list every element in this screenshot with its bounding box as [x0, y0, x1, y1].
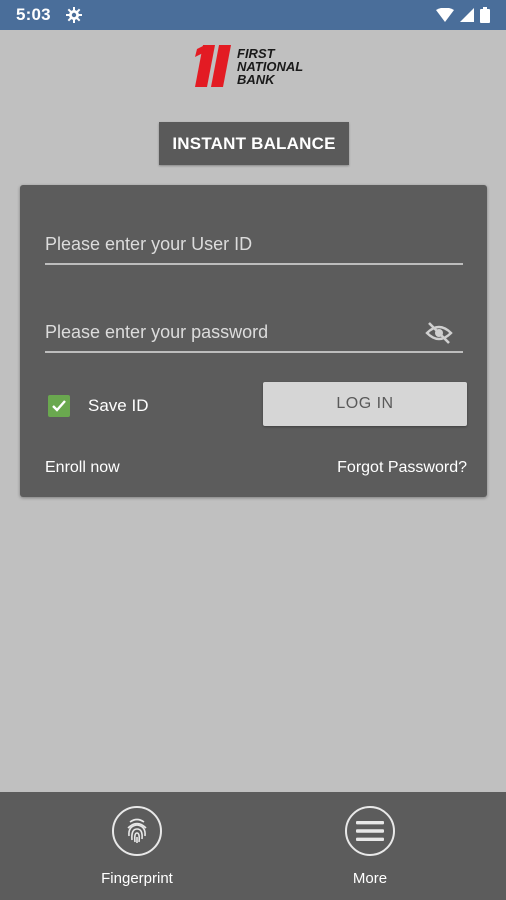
menu-icon[interactable]: [345, 806, 395, 856]
status-icons: [436, 7, 490, 23]
user-id-input[interactable]: [45, 233, 463, 255]
bottom-nav: Fingerprint More: [0, 792, 506, 900]
more-button[interactable]: More: [310, 806, 430, 887]
save-id-row[interactable]: Save ID: [48, 395, 148, 417]
save-id-label: Save ID: [88, 396, 149, 415]
login-card: Save ID LOG IN Enroll now Forgot Passwor…: [20, 185, 487, 497]
battery-icon: [480, 7, 490, 23]
eye-off-icon[interactable]: [425, 321, 453, 345]
checkmark-icon: [52, 400, 66, 412]
status-bar: 5:03: [0, 0, 506, 30]
login-button[interactable]: LOG IN: [263, 382, 467, 426]
more-label: More: [352, 870, 388, 887]
enroll-link[interactable]: Enroll now: [45, 459, 120, 477]
bank-logo-mark: [195, 45, 231, 87]
fingerprint-button[interactable]: Fingerprint: [77, 806, 197, 887]
instant-balance-button[interactable]: INSTANT BALANCE: [159, 122, 349, 165]
password-input[interactable]: [45, 321, 463, 343]
bank-logo: FIRST NATIONAL BANK: [193, 42, 323, 90]
forgot-password-link[interactable]: Forgot Password?: [337, 459, 467, 477]
password-field: [45, 313, 463, 353]
gear-icon: [65, 6, 83, 24]
bank-logo-text: FIRST NATIONAL BANK: [237, 45, 304, 87]
save-id-checkbox[interactable]: [48, 395, 70, 417]
signal-icon: [460, 8, 474, 22]
user-id-field: [45, 225, 463, 265]
fingerprint-icon[interactable]: [112, 806, 162, 856]
status-time: 5:03: [16, 5, 51, 24]
wifi-icon: [436, 8, 454, 22]
fingerprint-label: Fingerprint: [101, 870, 173, 887]
